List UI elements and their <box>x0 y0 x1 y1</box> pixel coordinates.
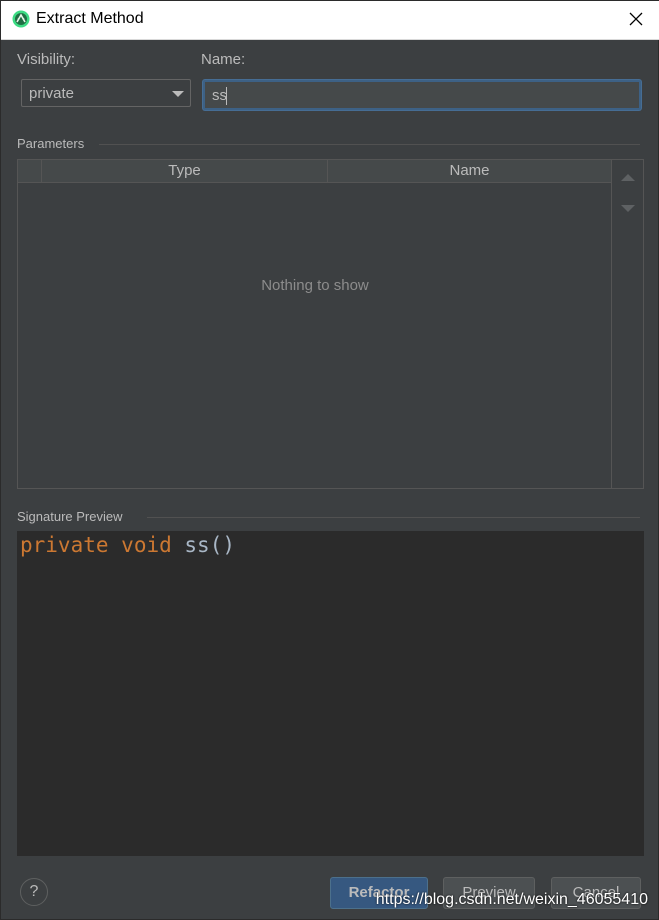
signature-code: private void ss() <box>20 533 235 557</box>
visibility-label: Visibility: <box>17 51 76 68</box>
watermark-text: https://blog.csdn.net/weixin_46055410 <box>375 891 648 908</box>
parameters-divider <box>99 144 640 145</box>
code-method-name: ss() <box>184 533 235 557</box>
code-keyword-visibility: private <box>20 533 109 557</box>
signature-preview-divider <box>147 517 640 518</box>
empty-state-text: Nothing to show <box>261 277 369 294</box>
parameter-reorder-panel <box>611 160 643 488</box>
text-caret <box>226 87 227 105</box>
signature-preview-section-title: Signature Preview <box>17 509 123 524</box>
move-down-icon[interactable] <box>621 205 635 212</box>
extract-method-dialog: Extract Method Visibility: Name: private… <box>0 0 659 920</box>
table-header: Type Name <box>18 160 612 183</box>
window-title: Extract Method <box>36 10 144 27</box>
parameters-section-title: Parameters <box>17 136 85 151</box>
code-keyword-return-type: void <box>121 533 172 557</box>
visibility-select[interactable]: private <box>21 79 191 107</box>
signature-preview-panel: private void ss() <box>17 531 644 856</box>
column-header-name[interactable]: Name <box>328 160 612 182</box>
chevron-down-icon <box>172 91 184 97</box>
visibility-value: private <box>29 85 75 102</box>
name-label: Name: <box>201 51 246 68</box>
column-header-type[interactable]: Type <box>42 160 328 182</box>
title-bar: Extract Method <box>1 1 659 40</box>
android-studio-icon <box>12 10 30 28</box>
parameters-table[interactable]: Type Name Nothing to show <box>17 159 644 489</box>
name-value: ss <box>212 87 227 104</box>
close-icon <box>629 12 643 26</box>
name-input[interactable]: ss <box>203 80 641 110</box>
move-up-icon[interactable] <box>621 174 635 181</box>
close-button[interactable] <box>614 1 659 39</box>
help-button[interactable]: ? <box>20 878 48 906</box>
column-header-checkbox[interactable] <box>18 160 42 182</box>
